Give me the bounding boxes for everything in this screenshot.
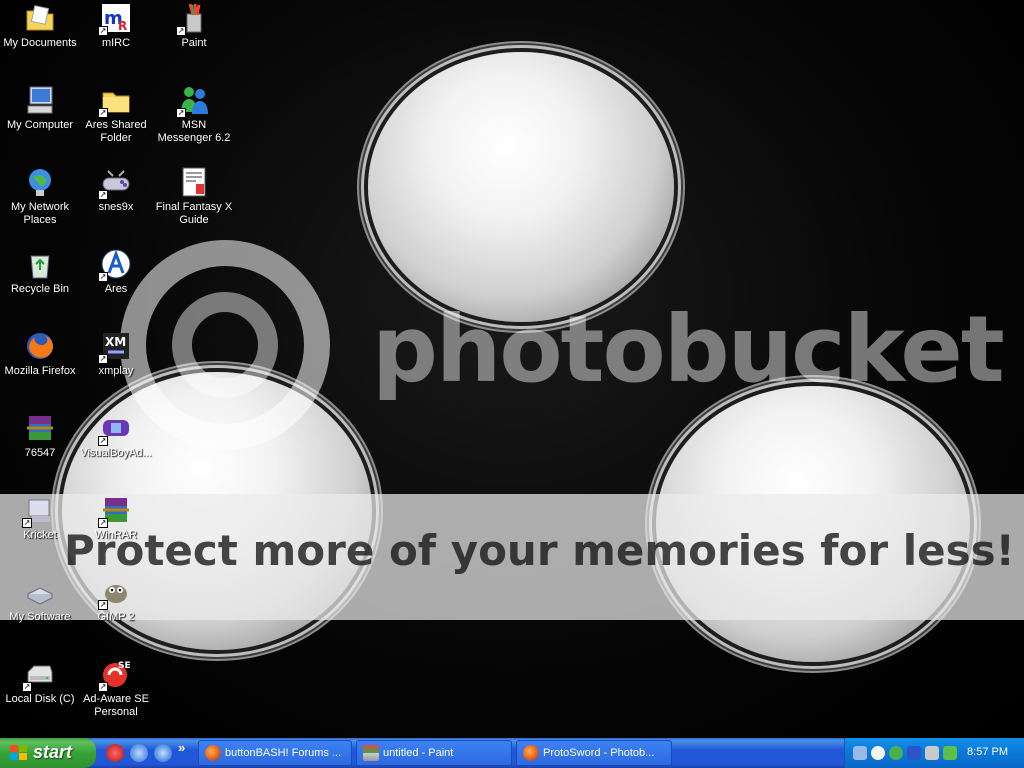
svg-text:R: R (118, 19, 127, 33)
desktop-icon-xmplay[interactable]: XM ↗ xmplay (76, 330, 156, 378)
mirc-icon[interactable] (106, 744, 124, 762)
system-tray: 8:57 PM (844, 738, 1024, 768)
hard-disk-icon: ↗ (22, 658, 56, 692)
paint-icon (363, 745, 379, 761)
shortcut-arrow-icon: ↗ (98, 518, 108, 528)
svg-text:XM: XM (105, 335, 126, 349)
desktop-icon-my-computer[interactable]: My Computer (0, 84, 80, 132)
desktop-icon-snes9x[interactable]: ↗ snes9x (76, 166, 156, 214)
msn-icon[interactable] (130, 744, 148, 762)
taskbar-button-protosword[interactable]: ProtoSword - Photob... (516, 740, 672, 766)
ie-icon[interactable] (154, 744, 172, 762)
msn-tray-icon[interactable] (889, 746, 903, 760)
desktop-icon-ares-shared-folder[interactable]: ↗ Ares Shared Folder (76, 84, 156, 145)
shortcut-arrow-icon: ↗ (22, 518, 32, 528)
shortcut-arrow-icon: ↗ (98, 354, 108, 364)
recycle-bin-icon (24, 248, 56, 280)
desktop-icon-my-software[interactable]: My Software (0, 576, 80, 624)
visualboyadvance-icon: ↗ (98, 412, 132, 446)
windows-logo-icon (10, 745, 28, 761)
desktop-icon-winrar[interactable]: ↗ WinRAR (76, 494, 156, 542)
desktop-icon-msn-messenger[interactable]: ↗ MSN Messenger 6.2 (154, 84, 234, 145)
taskbar: start » buttonBASH! Forums ... untitled … (0, 738, 1024, 768)
shortcut-arrow-icon: ↗ (98, 108, 108, 118)
desktop-icon-gimp[interactable]: ↗ GIMP 2 (76, 576, 156, 624)
clock[interactable]: 8:57 PM (967, 746, 1008, 758)
svg-text:SE: SE (118, 661, 131, 671)
ares-icon: ↗ (98, 248, 132, 282)
desktop: photobucket Protect more of your memorie… (0, 0, 1024, 738)
volume-tray-icon[interactable] (925, 746, 939, 760)
paint-icon: ↗ (176, 2, 210, 36)
watermark-tagline: Protect more of your memories for less! (64, 526, 1015, 575)
network-tray-icon[interactable] (853, 746, 867, 760)
watermark-brand: photobucket (372, 296, 1005, 403)
snes9x-icon: ↗ (98, 166, 132, 200)
quick-launch-overflow-button[interactable]: » (178, 740, 185, 755)
taskbar-button-paint[interactable]: untitled - Paint (356, 740, 512, 766)
shortcut-arrow-icon: ↗ (98, 436, 108, 446)
network-places-icon (24, 166, 56, 198)
desktop-icon-kricket[interactable]: ↗ Kricket (0, 494, 80, 542)
winrar-archive-icon (24, 412, 56, 444)
ad-aware-icon: SE ↗ (98, 658, 132, 692)
shortcut-arrow-icon: ↗ (98, 682, 108, 692)
firefox-icon (24, 330, 56, 362)
my-software-icon (24, 576, 56, 608)
msn-icon: ↗ (176, 84, 210, 118)
photobucket-logo-inner-ring (172, 292, 278, 398)
shortcut-arrow-icon: ↗ (176, 26, 186, 36)
shortcut-arrow-icon: ↗ (22, 682, 32, 692)
desktop-icon-mozilla-firefox[interactable]: Mozilla Firefox (0, 330, 80, 378)
shortcut-arrow-icon: ↗ (98, 190, 108, 200)
desktop-icon-recycle-bin[interactable]: Recycle Bin (0, 248, 80, 296)
mirc-icon: mR ↗ (98, 2, 132, 36)
safely-remove-tray-icon[interactable] (943, 746, 957, 760)
folder-icon: ↗ (98, 84, 132, 118)
gimp-icon: ↗ (98, 576, 132, 610)
shortcut-arrow-icon: ↗ (98, 272, 108, 282)
desktop-icon-paint[interactable]: ↗ Paint (154, 2, 234, 50)
folder-documents-icon (24, 2, 56, 34)
mail-tray-icon[interactable] (907, 746, 921, 760)
desktop-icon-visualboyadvance[interactable]: ↗ VisualBoyAd... (76, 412, 156, 460)
taskbar-button-buttonbash[interactable]: buttonBASH! Forums ... (198, 740, 352, 766)
desktop-icon-ad-aware[interactable]: SE ↗ Ad-Aware SE Personal (76, 658, 156, 719)
desktop-icon-my-network-places[interactable]: My Network Places (0, 166, 80, 227)
shortcut-arrow-icon: ↗ (176, 108, 186, 118)
firefox-icon (523, 745, 539, 761)
desktop-icon-mirc[interactable]: mR ↗ mIRC (76, 2, 156, 50)
desktop-icon-final-fantasy-guide[interactable]: Final Fantasy X Guide (154, 166, 234, 227)
my-computer-icon (24, 84, 56, 116)
xmplay-icon: XM ↗ (98, 330, 132, 364)
document-icon (178, 166, 210, 198)
desktop-icon-local-disk[interactable]: ↗ Local Disk (C) (0, 658, 80, 706)
winrar-icon: ↗ (98, 494, 132, 528)
ares-tray-icon[interactable] (871, 746, 885, 760)
desktop-icon-ares[interactable]: ↗ Ares (76, 248, 156, 296)
kricket-icon: ↗ (22, 494, 56, 528)
shortcut-arrow-icon: ↗ (98, 600, 108, 610)
silver-disc-top (368, 52, 674, 322)
shortcut-arrow-icon: ↗ (98, 26, 108, 36)
firefox-icon (205, 745, 221, 761)
start-label: start (33, 742, 73, 762)
desktop-icon-my-documents[interactable]: My Documents (0, 2, 80, 50)
start-button[interactable]: start (0, 738, 96, 768)
desktop-icon-76547[interactable]: 76547 (0, 412, 80, 460)
